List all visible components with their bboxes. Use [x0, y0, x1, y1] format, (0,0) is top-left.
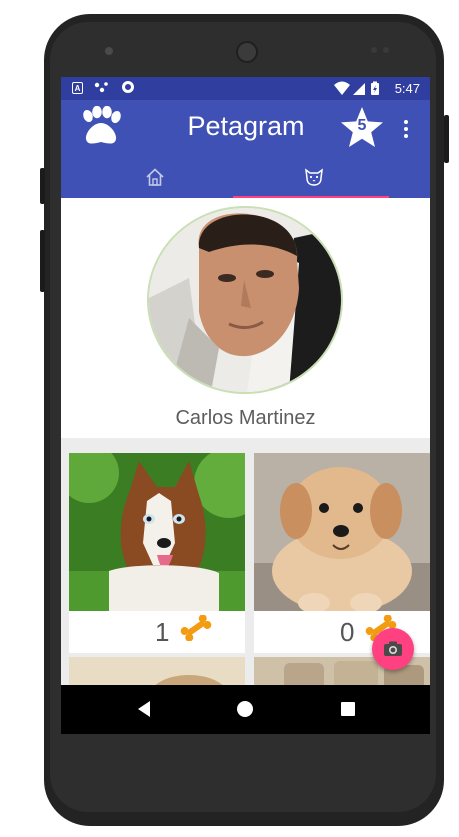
back-icon[interactable] [136, 700, 152, 718]
home-icon [146, 168, 164, 186]
like-count: 1 [155, 617, 170, 647]
volume-button [40, 168, 45, 204]
screen: A 5:47 Petagram 5 Carlos Martinez 1 0 [61, 77, 430, 734]
wifi-icon [334, 81, 350, 95]
status-icons [333, 81, 393, 102]
navigation-bar [61, 685, 430, 734]
signal-icon [353, 83, 365, 95]
battery-icon [371, 81, 379, 95]
camera-icon [384, 641, 402, 656]
app-bar: Petagram 5 [61, 100, 430, 199]
pet-card[interactable]: 0 [254, 453, 430, 653]
paw-icon [79, 105, 123, 153]
app-title: Petagram [187, 111, 305, 141]
earpiece-speaker [236, 41, 258, 63]
profile-name: Carlos Martinez [175, 407, 316, 429]
recents-icon[interactable] [340, 701, 356, 717]
tab-home[interactable] [61, 163, 245, 198]
bone-icon[interactable] [179, 615, 213, 641]
profile-avatar[interactable] [149, 208, 341, 392]
notification-a-icon: A [72, 82, 83, 94]
camera-fab[interactable] [372, 628, 414, 670]
side-button-right [444, 115, 449, 163]
favorites-count: 5 [357, 117, 367, 134]
pet-photo-husky [69, 453, 245, 611]
dog-face-icon [305, 168, 323, 186]
profile-header: Carlos Martinez [61, 198, 430, 438]
profile-photo [149, 208, 341, 392]
dots-notification-icon [93, 81, 111, 98]
home-nav-icon[interactable] [236, 700, 254, 718]
pet-photo-puppy [254, 453, 430, 611]
overflow-menu-icon[interactable] [402, 119, 410, 144]
status-bar: A 5:47 [61, 77, 430, 100]
sync-notification-icon [122, 81, 134, 93]
tab-profile[interactable] [246, 163, 430, 198]
front-camera [105, 47, 113, 55]
like-count: 0 [340, 617, 355, 647]
light-sensor [383, 47, 389, 53]
power-button [40, 230, 45, 292]
pet-card[interactable]: 1 [69, 453, 245, 653]
proximity-sensor [371, 47, 377, 53]
status-time: 5:47 [394, 81, 420, 96]
